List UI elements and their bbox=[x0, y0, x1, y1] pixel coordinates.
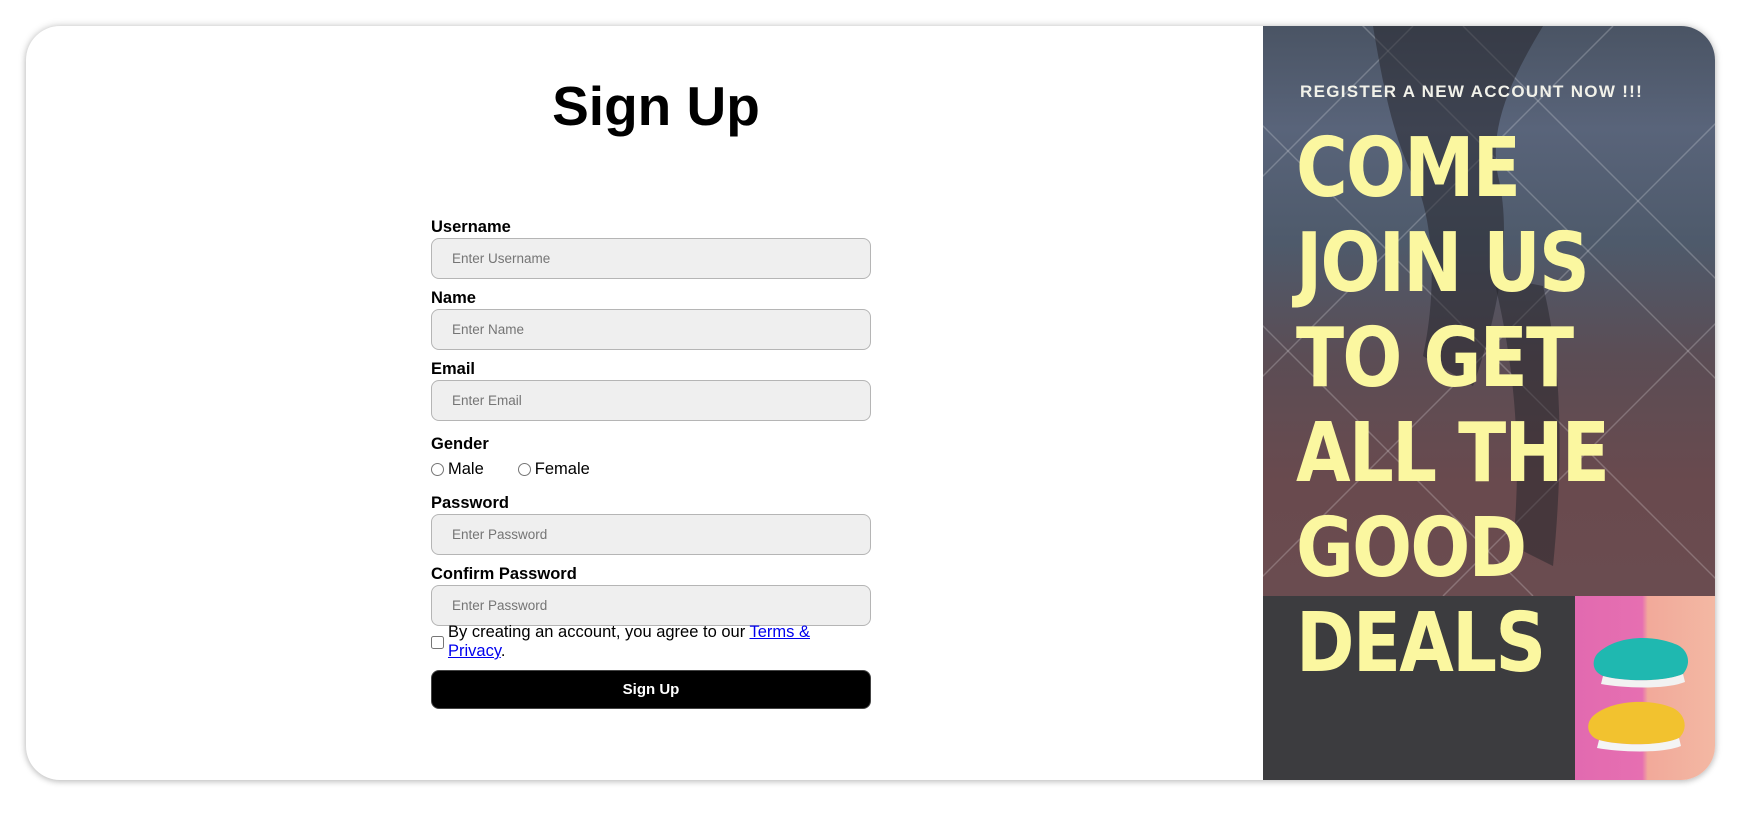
signup-card: Sign Up Username Name Email Gender Male … bbox=[26, 26, 1715, 780]
promo-banner: REGISTER A NEW ACCOUNT NOW !!! COME JOIN… bbox=[1263, 26, 1715, 780]
gender-male-radio[interactable] bbox=[431, 462, 444, 476]
username-label: Username bbox=[431, 218, 511, 236]
promo-headline: COME JOIN US TO GET ALL THE GOOD DEALS bbox=[1296, 121, 1706, 691]
promo-subtitle: REGISTER A NEW ACCOUNT NOW !!! bbox=[1300, 82, 1644, 101]
headline-line: DEALS bbox=[1296, 596, 1546, 691]
email-input[interactable] bbox=[431, 380, 871, 421]
gender-female-label: Female bbox=[534, 459, 590, 478]
terms-text: By creating an account, you agree to our… bbox=[448, 623, 871, 661]
headline-line: JOIN US bbox=[1296, 216, 1590, 311]
confirm-password-label: Confirm Password bbox=[431, 565, 577, 583]
headline-line: ALL THE bbox=[1296, 406, 1610, 501]
gender-male-label: Male bbox=[448, 459, 484, 478]
terms-agreement: By creating an account, you agree to our… bbox=[431, 623, 871, 660]
terms-checkbox[interactable] bbox=[431, 635, 444, 649]
terms-prefix: By creating an account, you agree to our bbox=[448, 623, 750, 641]
headline-line: COME bbox=[1296, 121, 1521, 216]
signup-form: Username Name Email Gender Male Female P… bbox=[431, 216, 871, 709]
page-title: Sign Up bbox=[552, 75, 760, 137]
name-label: Name bbox=[431, 289, 476, 307]
gender-option-female[interactable]: Female bbox=[517, 459, 590, 479]
headline-line: TO GET bbox=[1296, 311, 1574, 406]
terms-suffix: . bbox=[500, 642, 506, 660]
password-label: Password bbox=[431, 494, 509, 512]
username-input[interactable] bbox=[431, 238, 871, 279]
email-label: Email bbox=[431, 360, 476, 378]
name-input[interactable] bbox=[431, 309, 871, 350]
password-input[interactable] bbox=[431, 514, 871, 555]
gender-label: Gender bbox=[431, 435, 489, 453]
gender-female-radio[interactable] bbox=[517, 462, 531, 476]
headline-line: GOOD bbox=[1296, 501, 1527, 596]
confirm-password-input[interactable] bbox=[431, 585, 871, 626]
gender-options: Male Female bbox=[431, 457, 871, 481]
signup-button[interactable]: Sign Up bbox=[431, 670, 871, 709]
gender-option-male[interactable]: Male bbox=[431, 460, 484, 479]
